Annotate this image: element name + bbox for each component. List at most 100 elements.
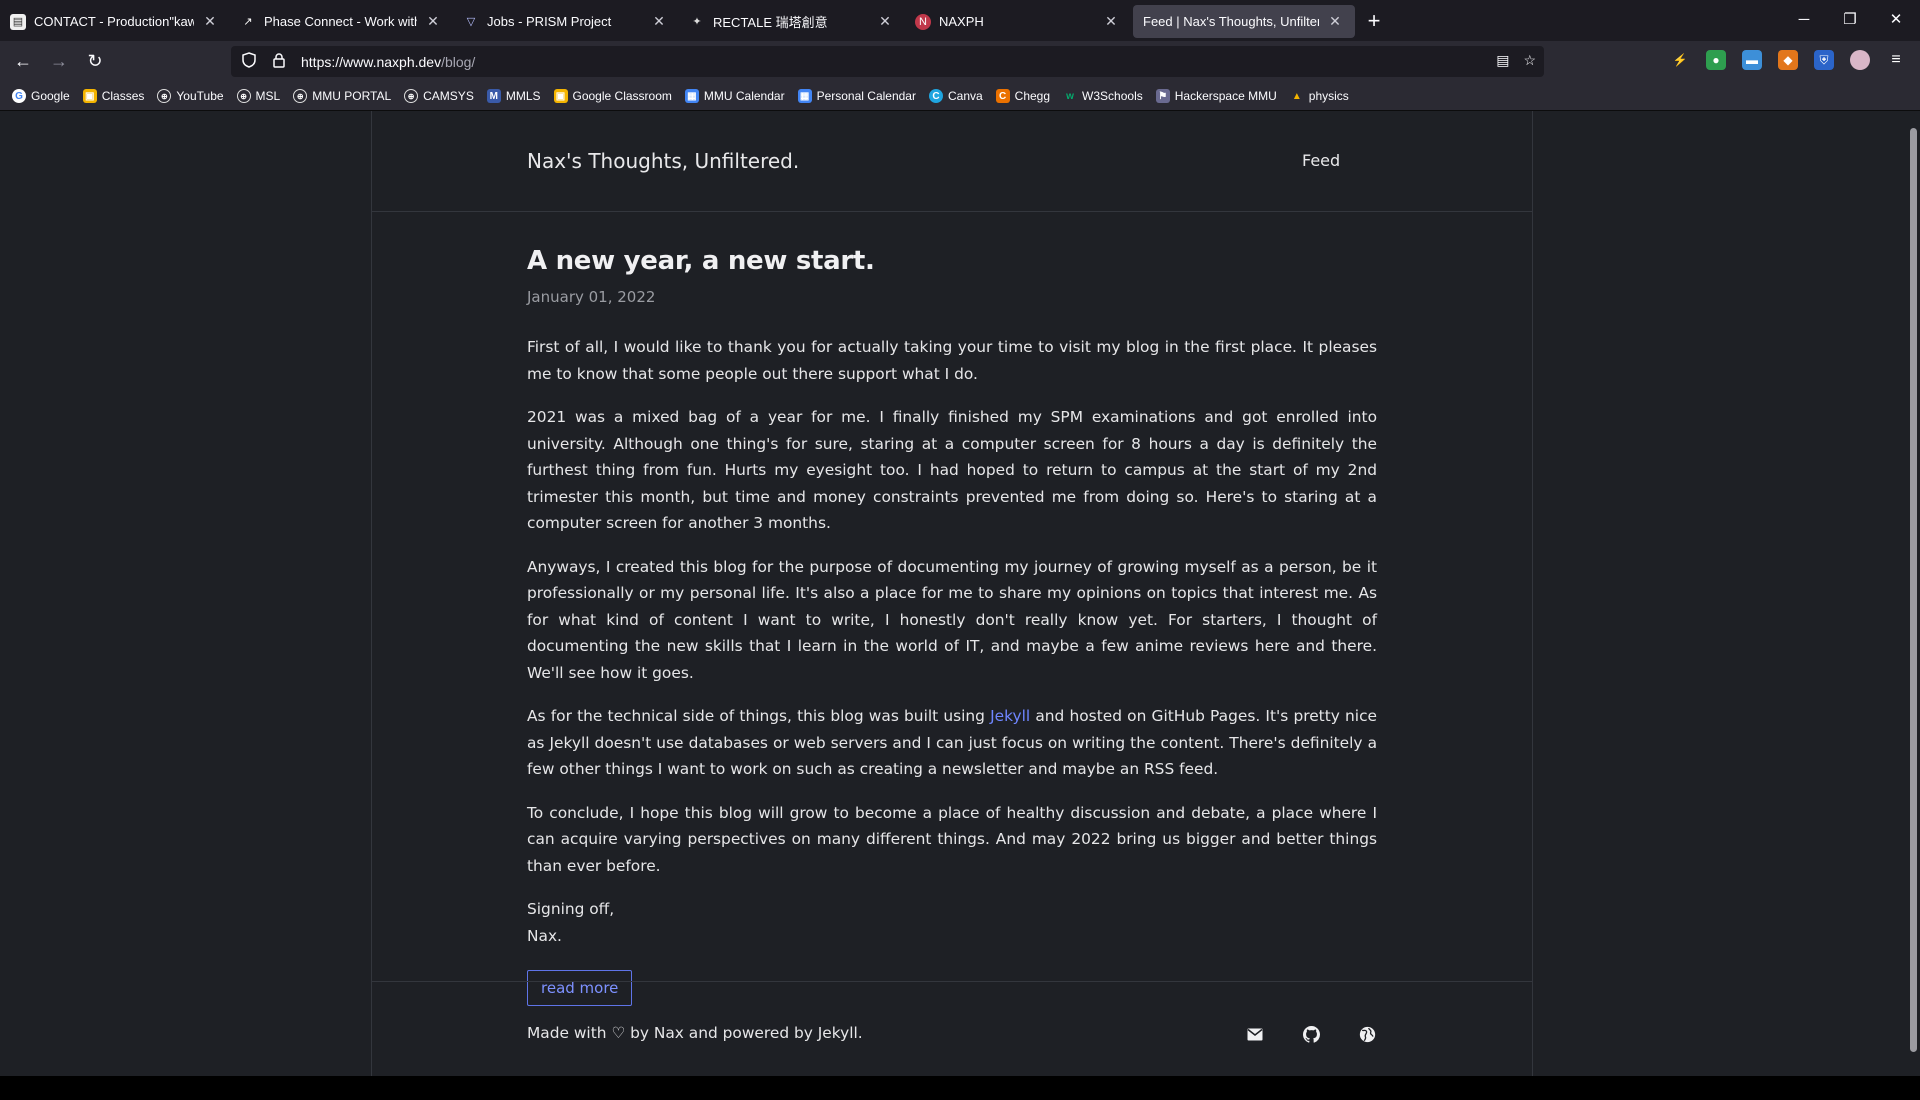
bookmark-physics[interactable]: ▲ physics bbox=[1290, 89, 1349, 103]
post-date: January 01, 2022 bbox=[527, 288, 656, 306]
globe-icon: ⊕ bbox=[404, 89, 419, 103]
tab-phase-connect[interactable]: ↗ Phase Connect - Work with Us ✕ bbox=[230, 5, 453, 38]
bookmark-star-icon[interactable]: ☆ bbox=[1523, 52, 1536, 69]
post-body: First of all, I would like to thank you … bbox=[527, 334, 1377, 879]
bookmark-label: MMLS bbox=[505, 89, 541, 103]
new-tab-plus-icon[interactable]: + bbox=[1359, 8, 1389, 34]
github-icon[interactable] bbox=[1301, 1024, 1321, 1044]
tab-label: NAXPH bbox=[939, 14, 984, 29]
calendar-icon: ▦ bbox=[797, 89, 812, 103]
back-arrow-icon[interactable]: ← bbox=[8, 47, 38, 77]
bookmark-youtube[interactable]: ⊕ YouTube bbox=[157, 89, 224, 103]
paragraph-text: As for the technical side of things, thi… bbox=[527, 707, 991, 725]
reload-icon[interactable]: ↻ bbox=[80, 47, 110, 77]
signoff-name: Nax. bbox=[527, 926, 562, 945]
calendar-icon: ▦ bbox=[684, 89, 699, 103]
post-paragraph: As for the technical side of things, thi… bbox=[527, 703, 1377, 783]
bookmark-label: Google Classroom bbox=[572, 89, 672, 103]
restore-icon[interactable]: ❐ bbox=[1827, 0, 1873, 38]
tab-prism[interactable]: ▽ Jobs - PRISM Project ✕ bbox=[453, 5, 679, 38]
drive-icon: ▲ bbox=[1291, 90, 1302, 102]
globe-icon[interactable] bbox=[1357, 1024, 1377, 1044]
close-icon[interactable]: ✕ bbox=[202, 13, 218, 30]
bookmark-mmu-calendar[interactable]: ▦ MMU Calendar bbox=[684, 89, 785, 103]
bookmark-chegg[interactable]: C Chegg bbox=[995, 89, 1051, 103]
bookmark-hackerspace-mmu[interactable]: ⚑ Hackerspace MMU bbox=[1155, 89, 1277, 103]
signoff-line: Signing off, bbox=[527, 900, 615, 918]
blog-container: Nax's Thoughts, Unfiltered. Feed A new y… bbox=[371, 111, 1533, 1076]
tab-label: Feed | Nax's Thoughts, Unfiltered. bbox=[1143, 14, 1319, 29]
shield-icon[interactable] bbox=[237, 52, 261, 71]
extension-green-icon[interactable]: ● bbox=[1706, 50, 1726, 70]
close-icon[interactable]: ✕ bbox=[877, 13, 893, 30]
bookmark-label: W3Schools bbox=[1082, 89, 1143, 103]
tab-feed[interactable]: Feed | Nax's Thoughts, Unfiltered. ✕ bbox=[1133, 5, 1355, 38]
post-paragraph: First of all, I would like to thank you … bbox=[527, 338, 1377, 383]
close-icon[interactable]: ✕ bbox=[651, 13, 667, 30]
hackerspace-icon: ⚑ bbox=[1155, 89, 1170, 103]
tab-label: CONTACT - Production"kawaii" bbox=[34, 14, 194, 29]
bookmark-google[interactable]: G Google bbox=[12, 89, 70, 103]
bookmark-w3schools[interactable]: w W3Schools bbox=[1063, 89, 1143, 103]
bookmark-msl[interactable]: ⊕ MSL bbox=[236, 89, 281, 103]
mail-icon[interactable] bbox=[1245, 1024, 1265, 1044]
post-paragraph: Anyways, I created this blog for the pur… bbox=[527, 557, 1377, 682]
url-text[interactable]: https://www.naxph.dev/blog/ bbox=[301, 54, 475, 70]
blog-post: A new year, a new start. January 01, 202… bbox=[527, 246, 1377, 1006]
bitwarden-icon[interactable]: ⛨ bbox=[1814, 50, 1834, 70]
extension-badge-icon[interactable]: ⚡ bbox=[1670, 50, 1690, 70]
close-icon[interactable]: ✕ bbox=[1327, 13, 1343, 30]
navigation-toolbar: ← → ↻ https://www.naxph.dev/blog/ ▤ ☆ ⚡ … bbox=[0, 41, 1920, 82]
forward-arrow-icon[interactable]: → bbox=[44, 47, 74, 77]
bookmark-canva[interactable]: C Canva bbox=[928, 89, 983, 103]
window-close-icon[interactable]: ✕ bbox=[1873, 0, 1919, 38]
bookmark-mmls[interactable]: M MMLS bbox=[486, 89, 541, 103]
bookmark-label: MMU PORTAL bbox=[312, 89, 392, 103]
lock-icon[interactable] bbox=[267, 52, 291, 71]
bookmark-label: YouTube bbox=[176, 89, 224, 103]
bookmark-classes[interactable]: ▣ Classes bbox=[82, 89, 144, 103]
classroom-icon: ▣ bbox=[553, 89, 568, 103]
url-domain: https://www.naxph.dev bbox=[301, 53, 442, 70]
reader-view-icon[interactable]: ▤ bbox=[1496, 52, 1509, 69]
extension-blue-icon[interactable]: ▬ bbox=[1742, 50, 1762, 70]
bookmark-label: Hackerspace MMU bbox=[1174, 89, 1277, 103]
globe-icon: ⊕ bbox=[293, 89, 308, 103]
bookmark-label: Personal Calendar bbox=[816, 89, 916, 103]
jekyll-link[interactable]: Jekyll bbox=[990, 707, 1030, 725]
tab-label: RECTALE 瑞塔創意 bbox=[713, 15, 828, 30]
page-icon: ▤ bbox=[10, 13, 26, 30]
post-paragraph: 2021 was a mixed bag of a year for me. I… bbox=[527, 408, 1377, 532]
chegg-icon: C bbox=[995, 89, 1010, 103]
tab-label: Phase Connect - Work with Us bbox=[264, 14, 417, 29]
nav-feed-link[interactable]: Feed bbox=[1302, 151, 1340, 170]
bookmark-google-classroom[interactable]: ▣ Google Classroom bbox=[553, 89, 672, 103]
close-icon[interactable]: ✕ bbox=[1103, 13, 1119, 30]
metamask-icon[interactable]: ◆ bbox=[1778, 50, 1798, 70]
menu-hamburger-icon[interactable]: ≡ bbox=[1886, 50, 1906, 70]
tab-contact[interactable]: ▤ CONTACT - Production"kawaii" ✕ bbox=[0, 5, 230, 38]
close-icon[interactable]: ✕ bbox=[425, 13, 441, 30]
footer-text: Made with ♡ by Nax and powered by Jekyll… bbox=[527, 1024, 863, 1042]
bookmark-label: CAMSYS bbox=[423, 89, 474, 103]
w3schools-icon: w bbox=[1066, 90, 1074, 102]
classes-icon: ▣ bbox=[82, 89, 97, 103]
tab-rectale[interactable]: ✦ RECTALE 瑞塔創意 ✕ bbox=[679, 5, 905, 38]
tab-bar: ▤ CONTACT - Production"kawaii" ✕ ↗ Phase… bbox=[0, 0, 1920, 41]
bookmark-label: Chegg bbox=[1014, 89, 1051, 103]
minimize-icon[interactable]: ─ bbox=[1781, 0, 1827, 38]
signoff: Signing off, Nax. bbox=[527, 896, 1377, 949]
site-title[interactable]: Nax's Thoughts, Unfiltered. bbox=[527, 149, 799, 173]
post-title[interactable]: A new year, a new start. bbox=[527, 246, 1377, 276]
account-avatar-icon[interactable] bbox=[1850, 50, 1870, 70]
tab-naxph[interactable]: N NAXPH ✕ bbox=[905, 5, 1131, 38]
bookmark-personal-calendar[interactable]: ▦ Personal Calendar bbox=[797, 89, 916, 103]
bookmark-label: MSL bbox=[255, 89, 281, 103]
scrollbar-thumb[interactable] bbox=[1910, 128, 1917, 1052]
tab-label: Jobs - PRISM Project bbox=[487, 14, 612, 29]
bookmark-camsys[interactable]: ⊕ CAMSYS bbox=[404, 89, 474, 103]
bookmark-label: Google bbox=[31, 89, 70, 103]
address-bar[interactable]: https://www.naxph.dev/blog/ ▤ ☆ bbox=[231, 46, 1544, 77]
bookmark-label: physics bbox=[1308, 89, 1349, 103]
bookmark-mmu-portal[interactable]: ⊕ MMU PORTAL bbox=[293, 89, 391, 103]
